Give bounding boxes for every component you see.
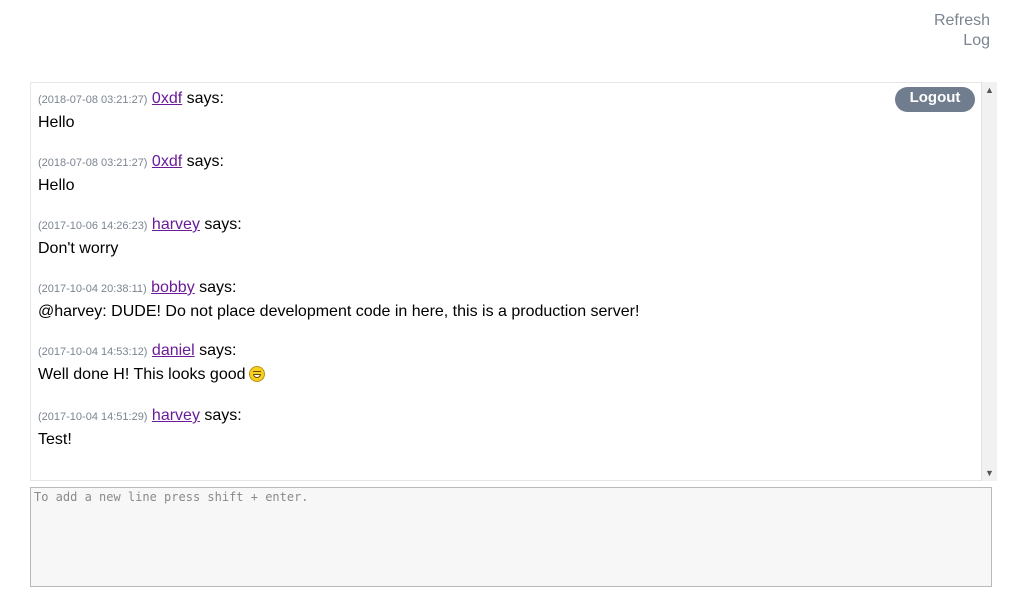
log-link[interactable]: Log [934, 31, 990, 51]
chat-message: (2018-07-08 03:21:27) 0xdf says: Hello [38, 151, 224, 197]
message-text: Don't worry [38, 240, 119, 257]
message-text: Hello [38, 177, 75, 194]
scroll-thumb[interactable] [984, 98, 995, 464]
message-text: Hello [38, 114, 75, 131]
message-username[interactable]: 0xdf [152, 153, 182, 170]
message-timestamp: (2018-07-08 03:21:27) [38, 94, 148, 106]
message-says: says: [199, 342, 237, 359]
message-input[interactable] [30, 487, 992, 587]
chat-message: (2018-07-08 03:21:27) 0xdf says: Hello [38, 88, 224, 134]
message-timestamp: (2017-10-04 20:38:11) [38, 283, 147, 295]
message-username[interactable]: daniel [152, 342, 195, 359]
message-username[interactable]: 0xdf [152, 90, 182, 107]
message-says: says: [199, 279, 237, 296]
scroll-down-icon[interactable]: ▼ [982, 466, 997, 480]
message-text: @harvey: DUDE! Do not place development … [38, 303, 640, 320]
chat-message: (2017-10-06 14:26:23) harvey says: Don't… [38, 214, 242, 260]
message-timestamp: (2017-10-04 14:51:29) [38, 411, 148, 423]
message-username[interactable]: bobby [151, 279, 195, 296]
chat-message: (2017-10-04 14:53:12) daniel says: Well … [38, 340, 265, 386]
message-says: says: [186, 90, 224, 107]
chat-message: (2017-10-04 20:38:11) bobby says: @harve… [38, 277, 639, 323]
top-links: Refresh Log [934, 11, 990, 51]
message-timestamp: (2017-10-04 14:53:12) [38, 346, 148, 358]
message-text-content: Well done H! This looks good [38, 366, 246, 383]
message-says: says: [204, 407, 242, 424]
chat-scrollbar[interactable]: ▲ ▼ [981, 82, 997, 481]
logout-button[interactable]: Logout [895, 87, 975, 112]
message-text: Test! [38, 431, 72, 448]
message-timestamp: (2017-10-06 14:26:23) [38, 220, 148, 232]
chat-message: (2017-10-04 14:51:29) harvey says: Test! [38, 405, 242, 451]
message-username[interactable]: harvey [152, 407, 200, 424]
message-says: says: [186, 153, 224, 170]
message-timestamp: (2018-07-08 03:21:27) [38, 157, 148, 169]
message-text: Well done H! This looks good [38, 364, 265, 386]
message-says: says: [204, 216, 242, 233]
scroll-up-icon[interactable]: ▲ [982, 83, 997, 97]
refresh-link[interactable]: Refresh [934, 11, 990, 31]
message-username[interactable]: harvey [152, 216, 200, 233]
laughing-smiley-icon [248, 366, 265, 382]
